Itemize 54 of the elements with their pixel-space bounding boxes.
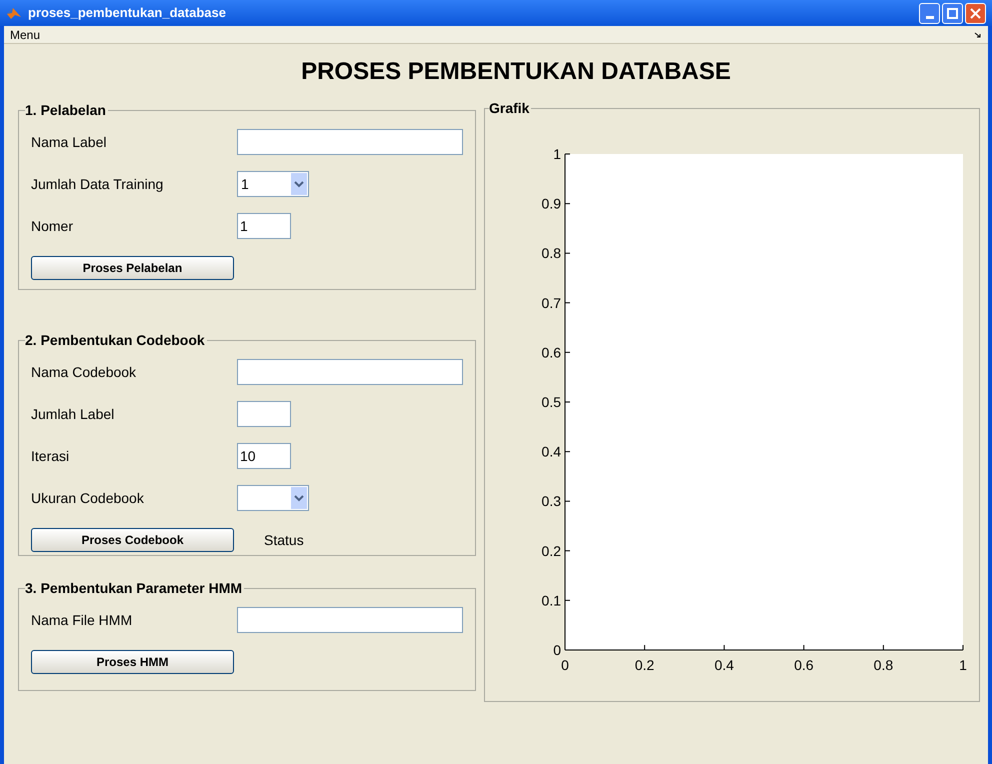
maximize-button[interactable] (942, 2, 963, 24)
minimize-icon (926, 16, 934, 18)
x-tick-label: 0 (561, 657, 569, 673)
text-field[interactable] (237, 129, 463, 155)
panel-title: Grafik (489, 99, 530, 118)
field-label: Ukuran Codebook (31, 488, 145, 508)
window-title: proses_pembentukan_database (28, 4, 227, 22)
y-tick-label: 0.4 (542, 444, 561, 460)
field-label: Nomer (31, 216, 74, 236)
chevron-down-icon (291, 487, 307, 509)
dropdown[interactable]: 1 (237, 171, 309, 197)
panel-title: 2. Pembentukan Codebook (25, 331, 206, 350)
action-button[interactable]: Proses HMM (31, 650, 234, 674)
y-tick-label: 0.9 (542, 196, 561, 212)
x-tick-label: 0.4 (714, 657, 734, 673)
dropdown[interactable] (237, 485, 309, 511)
chevron-down-icon (291, 173, 307, 195)
page-heading: PROSES PEMBENTUKAN DATABASE (301, 57, 731, 87)
y-tick-label: 0.6 (542, 344, 561, 360)
y-tick-label: 0.7 (542, 294, 561, 311)
close-icon (970, 8, 981, 18)
field-label: Jumlah Data Training (31, 174, 164, 194)
y-tick-label: 0 (553, 642, 561, 658)
action-button[interactable]: Proses Codebook (31, 528, 234, 552)
field-label: Nama Codebook (31, 362, 138, 382)
field-label: Iterasi (31, 446, 70, 466)
menu-item[interactable]: Menu (10, 26, 40, 44)
y-tick-label: 0.3 (542, 493, 561, 510)
x-tick-label: 1 (959, 657, 967, 673)
dropdown-value: 1 (241, 174, 249, 194)
maximize-icon (947, 8, 958, 18)
field-label: Nama Label (31, 132, 108, 152)
x-tick-label: 0.2 (634, 657, 654, 673)
number-field[interactable] (237, 401, 291, 427)
y-tick-label: 0.5 (542, 394, 561, 410)
arrow-icon[interactable] (974, 30, 982, 38)
action-button[interactable]: Proses Pelabelan (31, 256, 234, 280)
status-label: Status (264, 530, 304, 550)
text-field[interactable] (237, 359, 463, 385)
y-tick-label: 0.1 (542, 592, 561, 608)
x-tick-label: 0.6 (794, 657, 814, 673)
field-label: Nama File HMM (31, 610, 134, 630)
number-field[interactable]: 10 (237, 443, 291, 469)
field-label: Jumlah Label (31, 404, 116, 424)
y-tick-label: 0.8 (542, 245, 561, 262)
x-tick-label: 0.8 (874, 657, 894, 673)
panel-title: 3. Pembentukan Parameter HMM (25, 579, 244, 598)
y-tick-label: 0.2 (542, 542, 561, 559)
y-tick-label: 1 (553, 146, 561, 162)
minimize-button[interactable] (919, 2, 940, 24)
number-field[interactable]: 1 (237, 213, 291, 239)
panel-title: 1. Pelabelan (25, 101, 107, 120)
close-button[interactable] (965, 2, 986, 24)
text-field[interactable] (237, 607, 463, 633)
